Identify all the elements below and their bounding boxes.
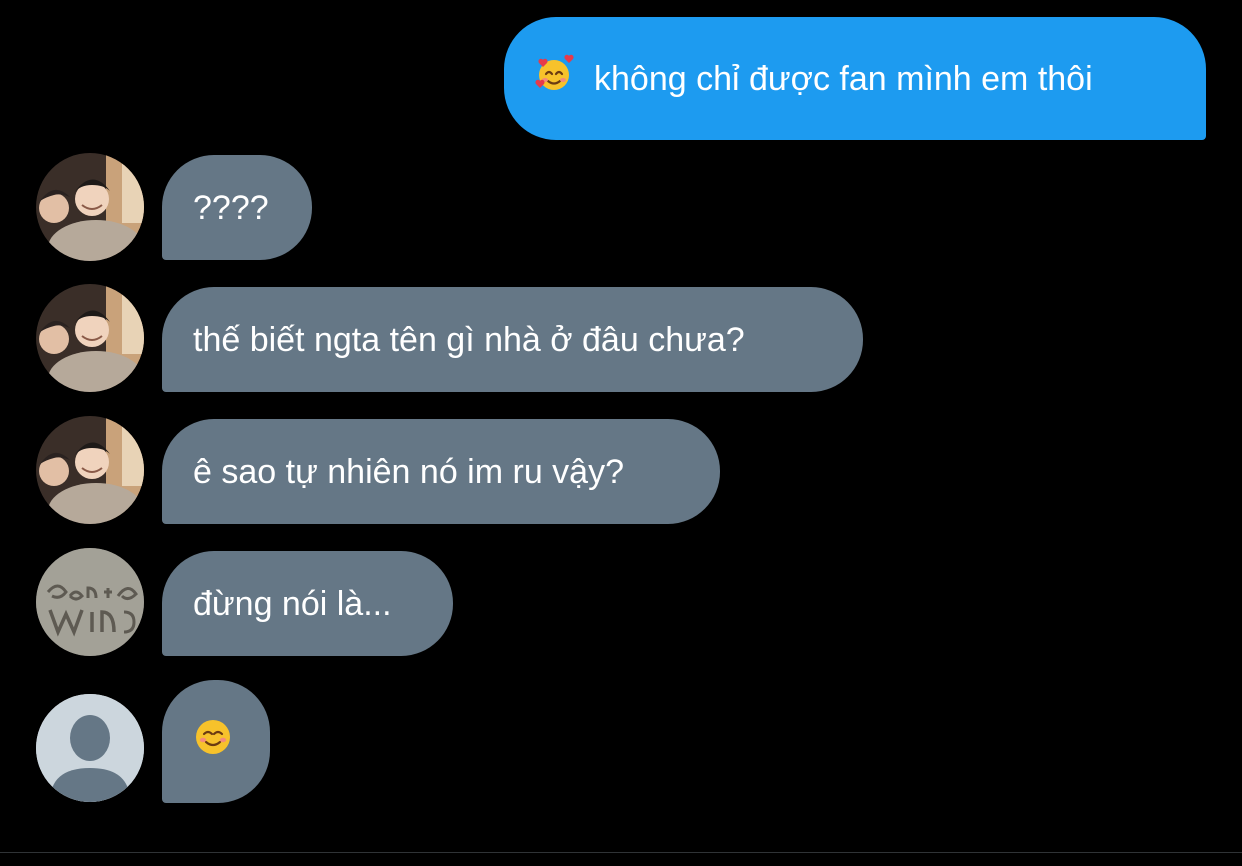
incoming-message-text: đừng nói là... — [193, 584, 392, 623]
incoming-message-text: ê sao tự nhiên nó im ru vậy? — [193, 452, 624, 491]
bottom-divider — [0, 852, 1242, 853]
incoming-message-bubble[interactable]: ???? — [162, 155, 312, 260]
incoming-message-bubble[interactable]: thế biết ngta tên gì nhà ở đâu chưa? — [162, 287, 863, 392]
incoming-message-bubble[interactable] — [162, 680, 270, 803]
smiling-face-icon — [193, 717, 233, 766]
message-row-incoming — [0, 676, 1242, 806]
user-photo-avatar[interactable] — [36, 153, 144, 261]
smiling-face-with-hearts-icon — [534, 54, 574, 103]
incoming-message-bubble[interactable]: ê sao tự nhiên nó im ru vậy? — [162, 419, 720, 524]
message-row-incoming: đừng nói là... — [0, 546, 1242, 661]
incoming-message-bubble[interactable]: đừng nói là... — [162, 551, 453, 656]
outgoing-message-text: không chỉ được fan mình em thôi — [594, 59, 1093, 98]
default-profile-avatar[interactable] — [36, 694, 144, 802]
message-row-outgoing: không chỉ được fan mình em thôi — [0, 0, 1242, 150]
user-photo-avatar[interactable] — [36, 284, 144, 392]
dm-conversation-thread: không chỉ được fan mình em thôi ???? thế… — [0, 0, 1242, 866]
incoming-message-text: ???? — [193, 188, 269, 227]
message-row-incoming: ê sao tự nhiên nó im ru vậy? — [0, 414, 1242, 529]
outgoing-message-bubble[interactable]: không chỉ được fan mình em thôi — [504, 17, 1206, 140]
incoming-message-text: thế biết ngta tên gì nhà ở đâu chưa? — [193, 320, 745, 359]
message-row-incoming: ???? — [0, 150, 1242, 265]
message-row-incoming: thế biết ngta tên gì nhà ở đâu chưa? — [0, 282, 1242, 397]
user-photo-avatar[interactable] — [36, 416, 144, 524]
sand-writing-avatar[interactable] — [36, 548, 144, 656]
